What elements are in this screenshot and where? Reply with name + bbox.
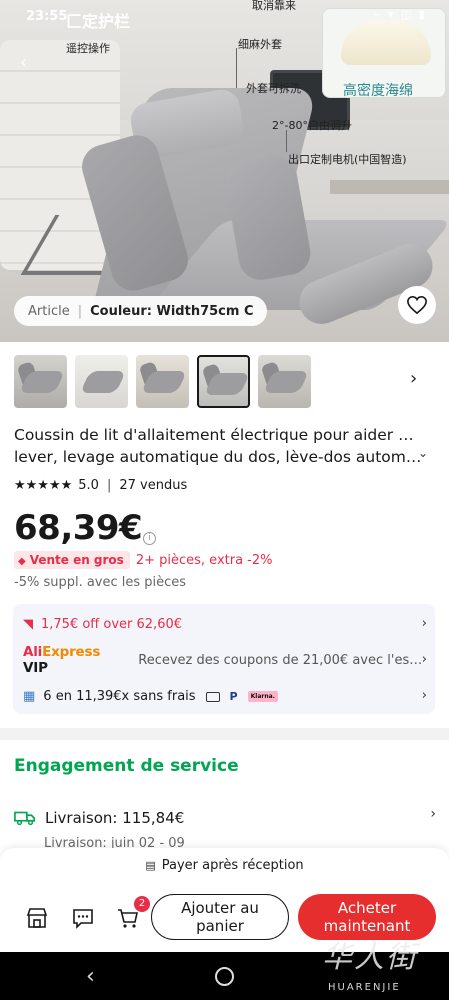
leader-line [286, 130, 287, 152]
leader-line [236, 48, 237, 88]
coupon-row[interactable]: ◥ 1,75€ off over 62,60€ › [13, 606, 435, 642]
back-icon[interactable]: ‹ [86, 964, 95, 989]
thumbnail[interactable] [75, 355, 128, 408]
thumbnail[interactable] [136, 355, 189, 408]
hero-label-guardrail: 匚定护栏 [66, 12, 131, 31]
hero-desk [330, 180, 449, 194]
chevron-right-icon: › [421, 616, 427, 631]
system-nav-bar: ‹ [0, 952, 449, 1000]
vip-row[interactable]: AliExpress VIP Recevez des coupons de 21… [13, 642, 435, 678]
chevron-right-icon[interactable]: › [410, 368, 417, 389]
calendar-icon: ▦ [23, 688, 36, 704]
coupon-text: 1,75€ off over 62,60€ [41, 616, 183, 632]
buy-now-button[interactable]: Acheter maintenant [298, 894, 436, 940]
bulk-sale-badge: ◆ Vente en gros [14, 551, 130, 569]
hero-label-top-center: 取消靠来 [252, 0, 296, 12]
chevron-right-icon: › [421, 652, 427, 667]
variant-value: Couleur: Width75cm C [90, 304, 253, 319]
home-icon[interactable] [215, 967, 234, 986]
hero-label-motor: 出口定制电机(中国智造) [288, 153, 407, 166]
pay-after-text: Payer après réception [161, 858, 304, 873]
thumbnail[interactable] [258, 355, 311, 408]
chevron-down-icon[interactable]: ⌄ [418, 446, 428, 460]
status-icons: ⌁ ▾ ◫ ▮ [373, 8, 427, 21]
chevron-right-icon: › [421, 688, 427, 703]
bulk-sale-label: Vente en gros [29, 553, 124, 567]
promotions-box: ◥ 1,75€ off over 62,60€ › AliExpress VIP… [13, 604, 435, 714]
variant-separator: | [77, 303, 83, 319]
product-image-gallery[interactable]: 23:55 ⌁ ▾ ◫ ▮ 匚定护栏 遥控操作 取消靠来 细麻外套 外套可拆洗 … [0, 0, 449, 342]
delivery-row[interactable]: Livraison: 115,84€ › [14, 806, 436, 830]
hero-label-removable: 外套可拆洗 [246, 82, 301, 95]
chevron-left-icon[interactable]: ‹ [20, 52, 27, 73]
section-divider [0, 728, 449, 740]
sold-count: 27 vendus [119, 478, 188, 493]
variant-tag: Article [28, 303, 70, 319]
coupon-tag-icon: ◥ [23, 616, 33, 632]
status-time: 23:55 [26, 9, 68, 24]
thumbnail[interactable] [14, 355, 67, 408]
thumbnail-strip [14, 355, 311, 408]
paypal-icon: P [229, 689, 238, 703]
bulk-sale-note: -5% suppl. avec les pièces [14, 575, 187, 590]
hero-label-remote: 遥控操作 [66, 42, 110, 55]
title-line: Coussin de lit d'allaitement électrique … [14, 426, 422, 444]
vip-text: Recevez des coupons de 21,00€ avec l'ess… [138, 652, 425, 668]
hero-label-foam: 高密度海绵 [343, 83, 413, 99]
service-heading: Engagement de service [14, 756, 239, 776]
bulk-sale-row: ◆ Vente en gros 2+ pièces, extra -2% [14, 551, 273, 569]
store-icon[interactable] [25, 906, 49, 930]
installments-text: 6 en 11,39€x sans frais [43, 688, 196, 704]
variant-key: Couleur: [90, 303, 157, 319]
rating-row[interactable]: ★★★★★ 5.0 | 27 vendus [14, 478, 187, 493]
rating-separator: | [106, 478, 112, 493]
logo-part: Express [42, 644, 101, 660]
chevron-right-icon: › [430, 806, 436, 822]
price: 68,39€ [14, 508, 143, 548]
product-title[interactable]: Coussin de lit d'allaitement électrique … [14, 424, 422, 468]
pay-after-delivery: ▤ Payer après réception [0, 858, 449, 873]
truck-icon [14, 811, 35, 826]
variant-value-text: Width75cm C [156, 303, 254, 319]
info-icon[interactable]: i [143, 532, 156, 545]
star-rating-icon: ★★★★★ [14, 478, 73, 493]
wishlist-button[interactable] [398, 286, 436, 324]
heart-icon [407, 295, 427, 315]
klarna-label: Klarna. [247, 691, 278, 702]
card-icon [205, 690, 220, 703]
hero-label-angle: 2°-80°自由调升 [272, 119, 352, 132]
delivery-price: Livraison: 115,84€ [45, 809, 185, 827]
aliexpress-vip-logo: AliExpress VIP [23, 644, 128, 676]
cart-count-badge: 2 [134, 896, 150, 912]
installments-row[interactable]: ▦ 6 en 11,39€x sans frais P Klarna. › [13, 678, 435, 714]
rating-score: 5.0 [78, 478, 99, 493]
tag-icon: ◆ [18, 556, 26, 567]
cash-icon: ▤ [145, 859, 156, 872]
thumbnail-selected[interactable] [197, 355, 250, 408]
bulk-sale-text: 2+ pièces, extra -2% [135, 552, 273, 568]
add-to-cart-button[interactable]: Ajouter au panier [151, 894, 289, 940]
title-line: lever, levage automatique du dos, lève-d… [14, 448, 422, 466]
klarna-icon: Klarna. [247, 690, 278, 703]
logo-part: Ali [23, 644, 43, 660]
logo-part: VIP [23, 660, 48, 676]
bottom-action-bar: ▤ Payer après réception 2 Ajouter au pani… [0, 848, 449, 952]
hero-label-cover: 细麻外套 [238, 38, 282, 51]
chat-icon[interactable] [71, 906, 95, 930]
variant-pill[interactable]: Article | Couleur: Width75cm C [14, 296, 268, 326]
